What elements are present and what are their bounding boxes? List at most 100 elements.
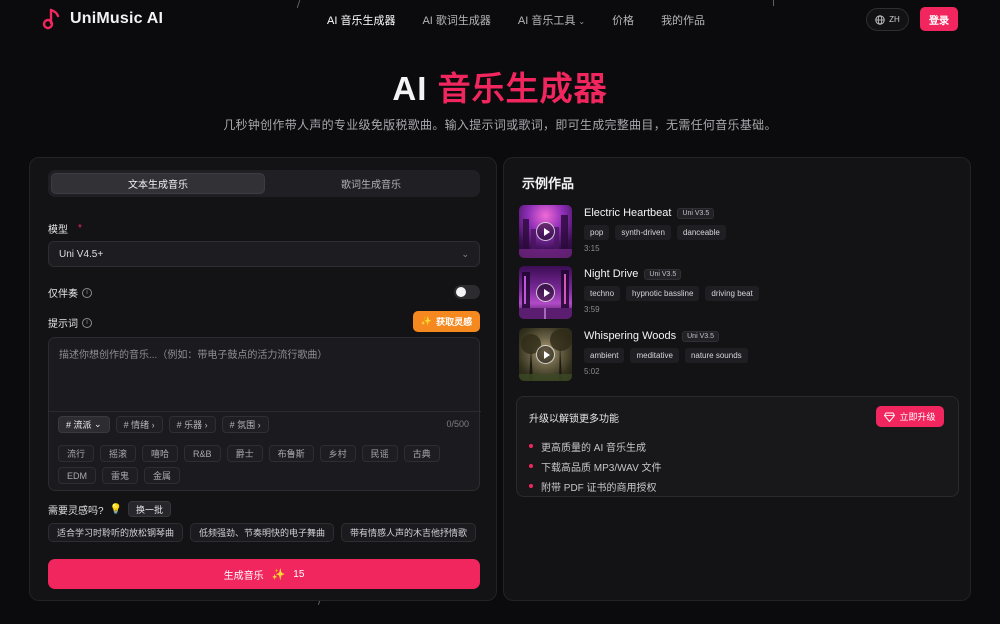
bullet-dot [529,444,533,448]
nav-link-music-generator[interactable]: AI 音乐生成器 [327,12,395,28]
globe-icon [875,14,885,25]
genre-chip[interactable]: 嘻哈 [142,445,179,462]
login-button[interactable]: 登录 [920,7,958,31]
examples-panel: 示例作品 Electric Heartbeat Uni V3.5 pop syn… [503,157,971,601]
category-chip-atmosphere[interactable]: # 氛围 › [221,416,269,433]
top-nav: UniMusic AI AI 音乐生成器 AI 歌词生成器 AI 音乐工具 ⌄ 价… [0,0,1000,38]
need-inspiration-row: 需要灵感吗? 💡 换一批 [48,501,172,517]
chevron-down-icon: ⌄ [94,419,102,429]
tab-text-to-music[interactable]: 文本生成音乐 [51,173,265,194]
bullet-dot [529,464,533,468]
model-select[interactable]: Uni V4.5+ ⌄ [48,241,480,267]
genre-chip[interactable]: 摇滚 [100,445,137,462]
suggestion-chip[interactable]: 带有情感人声的木吉他抒情歌 [341,523,477,542]
play-icon[interactable] [536,283,555,302]
chevron-down-icon: ⌄ [461,248,469,259]
refresh-suggestions-button[interactable]: 换一批 [128,501,172,517]
tag-list: pop synth-driven danceable [584,225,726,240]
nav-link-pricing[interactable]: 价格 [612,12,634,28]
prompt-label-text: 提示词 [48,319,78,330]
nav-link-music-tools-label: AI 音乐工具 [517,15,576,27]
generator-panel: 文本生成音乐 歌词生成音乐 模型 * Uni V4.5+ ⌄ 仅伴奏 i 提示词 … [29,157,497,601]
suggestion-list: 适合学习时聆听的放松钢琴曲 低频强劲、节奏明快的电子舞曲 带有情感人声的木吉他抒… [48,523,477,542]
language-label: ZH [889,15,900,24]
get-inspiration-label: 获取灵感 [436,317,473,327]
brand-name: UniMusic AI [70,10,164,27]
feature-text: 下载高品质 MP3/WAV 文件 [541,462,662,474]
language-button[interactable]: ZH [866,8,909,31]
category-chip-mood[interactable]: # 情绪 › [115,416,163,433]
upgrade-button[interactable]: 立即升级 [876,406,944,427]
tag: ambient [584,348,625,363]
instrumental-label: 仅伴奏 i [48,285,92,300]
genre-chip-list: 流行 摇滚 嘻哈 R&B 爵士 布鲁斯 乡村 民谣 古典 EDM 雷鬼 金属 [58,445,473,484]
mode-tabs: 文本生成音乐 歌词生成音乐 [48,170,480,197]
brand-logo[interactable]: UniMusic AI [42,8,163,30]
feature-list: 更高质量的 AI 音乐生成 下载高品质 MP3/WAV 文件 附带 PDF 证书… [529,436,662,496]
tag: techno [584,286,621,301]
nav-link-lyrics-generator[interactable]: AI 歌词生成器 [422,12,490,28]
tag-list: techno hypnotic bassline driving beat [584,286,759,301]
tag: meditative [630,348,679,363]
track-title-text: Electric Heartbeat [584,207,672,219]
lightbulb-icon: 💡 [109,503,123,515]
tag: driving beat [705,286,759,301]
page-title: AI 音乐生成器 [0,62,1000,110]
track-cover [519,205,572,258]
feature-item: 附带 PDF 证书的商用授权 [529,476,662,496]
genre-chip[interactable]: EDM [58,467,96,484]
tab-lyrics-to-music[interactable]: 歌词生成音乐 [265,173,477,194]
model-label: 模型 * [48,221,82,236]
category-chip-label: # 情绪 [123,420,150,430]
instrumental-toggle[interactable] [454,285,480,299]
play-icon[interactable] [536,222,555,241]
genre-chip[interactable]: 流行 [58,445,95,462]
suggestion-chip[interactable]: 低频强劲、节奏明快的电子舞曲 [190,523,335,542]
required-marker: * [78,223,82,234]
category-chip-instrument[interactable]: # 乐器 › [168,416,216,433]
prompt-textarea[interactable]: 描述你想创作的音乐...（例如：带电子鼓点的活力流行歌曲） [49,338,481,412]
track-title-text: Night Drive [584,268,639,280]
page-title-accent: 音乐生成器 [437,70,608,107]
genre-chip[interactable]: 古典 [403,445,440,462]
prompt-box: 描述你想创作的音乐...（例如：带电子鼓点的活力流行歌曲） # 流派 ⌄ # 情… [48,337,481,491]
category-chip-label: # 乐器 [176,420,203,430]
genre-chip[interactable]: R&B [184,445,221,462]
sparkle-icon: ✨ [271,568,286,581]
toggle-knob [456,287,466,297]
feature-text: 附带 PDF 证书的商用授权 [541,482,657,494]
version-badge: Uni V3.5 [677,207,715,219]
example-track[interactable]: Electric Heartbeat Uni V3.5 pop synth-dr… [519,205,959,259]
track-cover [519,266,572,319]
genre-chip[interactable]: 民谣 [361,445,398,462]
suggestion-chip[interactable]: 适合学习时聆听的放松钢琴曲 [48,523,184,542]
track-title: Whispering Woods Uni V3.5 [584,330,719,342]
examples-title: 示例作品 [522,176,575,191]
get-inspiration-button[interactable]: ✨ 获取灵感 [413,311,480,332]
genre-chip[interactable]: 布鲁斯 [268,445,314,462]
genre-chip[interactable]: 金属 [144,467,181,484]
chevron-right-icon: › [204,419,208,430]
upgrade-title: 升级以解锁更多功能 [529,414,619,425]
generate-music-label: 生成音乐 [223,570,264,582]
play-icon[interactable] [536,345,555,364]
track-cover [519,328,572,381]
version-badge: Uni V3.5 [682,330,719,342]
nav-link-my-works[interactable]: 我的作品 [661,12,705,28]
info-icon[interactable]: i [82,317,92,328]
genre-chip[interactable]: 乡村 [319,445,356,462]
category-chip-genre[interactable]: # 流派 ⌄ [58,416,110,433]
example-track[interactable]: Whispering Woods Uni V3.5 ambient medita… [519,328,959,382]
genre-chip[interactable]: 爵士 [226,445,263,462]
track-title: Electric Heartbeat Uni V3.5 [584,207,715,219]
char-count: 0/500 [446,419,469,429]
nav-link-music-tools[interactable]: AI 音乐工具 ⌄ [518,12,585,28]
info-icon[interactable]: i [82,287,92,298]
generate-music-button[interactable]: 生成音乐 ✨ 15 [48,559,480,589]
instrumental-label-text: 仅伴奏 [48,289,78,300]
chevron-down-icon: ⌄ [578,17,586,26]
genre-chip[interactable]: 雷鬼 [102,467,139,484]
bullet-dot [529,484,533,488]
tag-list: ambient meditative nature sounds [584,348,748,363]
example-track[interactable]: Night Drive Uni V3.5 techno hypnotic bas… [519,266,959,320]
